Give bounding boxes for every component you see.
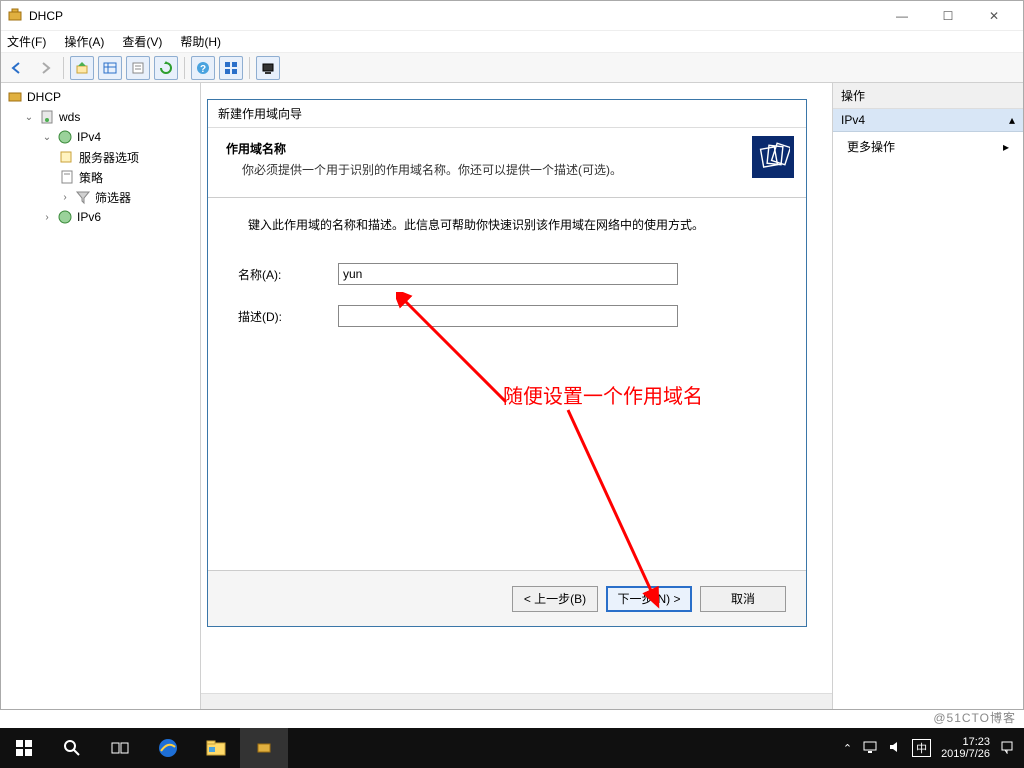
tree-ipv4-label: IPv4 [77, 130, 101, 144]
policies-icon [59, 169, 75, 185]
tree-server-options-label: 服务器选项 [79, 149, 139, 166]
search-button[interactable] [48, 728, 96, 768]
menubar: 文件(F) 操作(A) 查看(V) 帮助(H) [1, 31, 1023, 53]
view-list-button[interactable] [98, 56, 122, 80]
dialog-title: 新建作用域向导 [208, 100, 806, 128]
toolbar: ? [1, 53, 1023, 83]
dialog-header-sub: 你必须提供一个用于识别的作用域名称。你还可以提供一个描述(可选)。 [242, 161, 752, 178]
expand-icon[interactable]: › [59, 192, 71, 203]
tree-policies-label: 策略 [79, 169, 103, 186]
tree-server[interactable]: ⌄ wds [1, 107, 200, 127]
options-icon [59, 149, 75, 165]
network-icon[interactable] [862, 740, 878, 757]
dialog-header: 作用域名称 你必须提供一个用于识别的作用域名称。你还可以提供一个描述(可选)。 [208, 128, 806, 198]
tree-panel: DHCP ⌄ wds ⌄ IPv4 服务器选项 策略 › [1, 83, 201, 709]
tree-ipv6-label: IPv6 [77, 210, 101, 224]
main-body: DHCP ⌄ wds ⌄ IPv4 服务器选项 策略 › [1, 83, 1023, 709]
tree-filters[interactable]: › 筛选器 [1, 187, 200, 207]
filters-icon [75, 189, 91, 205]
minimize-button[interactable]: — [879, 2, 925, 30]
dhcp-app-icon [7, 8, 23, 24]
taskbar: ⌃ 中 17:23 2019/7/26 [0, 728, 1024, 768]
clock-time: 17:23 [941, 736, 990, 748]
ie-button[interactable] [144, 728, 192, 768]
toolbar-divider [184, 57, 185, 79]
tree-server-options[interactable]: 服务器选项 [1, 147, 200, 167]
refresh-button[interactable] [154, 56, 178, 80]
help-button[interactable]: ? [191, 56, 215, 80]
menu-view[interactable]: 查看(V) [120, 31, 164, 52]
tree-filters-label: 筛选器 [95, 189, 131, 206]
scope-desc-input[interactable] [338, 305, 678, 327]
next-button[interactable]: 下一步(N) > [606, 586, 692, 612]
dialog-footer: < 上一步(B) 下一步(N) > 取消 [208, 570, 806, 626]
mmc-window: DHCP — ☐ ✕ 文件(F) 操作(A) 查看(V) 帮助(H) ? DHC… [0, 0, 1024, 710]
tree-ipv4[interactable]: ⌄ IPv4 [1, 127, 200, 147]
collapse-icon[interactable]: ⌄ [41, 132, 53, 143]
tree-root[interactable]: DHCP [1, 87, 200, 107]
clock-date: 2019/7/26 [941, 748, 990, 760]
toolbar-divider [249, 57, 250, 79]
actions-section[interactable]: IPv4 ▴ [833, 109, 1023, 132]
start-button[interactable] [0, 728, 48, 768]
cancel-button[interactable]: 取消 [700, 586, 786, 612]
titlebar: DHCP — ☐ ✕ [1, 1, 1023, 31]
dialog-header-title: 作用域名称 [226, 140, 752, 157]
menu-help[interactable]: 帮助(H) [178, 31, 223, 52]
properties-button[interactable] [126, 56, 150, 80]
tile-button[interactable] [219, 56, 243, 80]
menu-action[interactable]: 操作(A) [62, 31, 106, 52]
name-label: 名称(A): [238, 266, 338, 283]
clock[interactable]: 17:23 2019/7/26 [941, 736, 990, 760]
ipv6-icon [57, 209, 73, 225]
ime-indicator[interactable]: 中 [912, 739, 931, 757]
server-button[interactable] [256, 56, 280, 80]
watermark: @51CTO博客 [933, 709, 1016, 726]
up-button[interactable] [70, 56, 94, 80]
tray-up-icon[interactable]: ⌃ [843, 742, 852, 755]
chevron-up-icon: ▴ [1009, 113, 1015, 127]
expand-icon[interactable]: › [41, 212, 53, 223]
toolbar-divider [63, 57, 64, 79]
wizard-banner-icon [752, 136, 794, 178]
system-tray: ⌃ 中 17:23 2019/7/26 [843, 736, 1024, 760]
tree-ipv6[interactable]: › IPv6 [1, 207, 200, 227]
actions-section-label: IPv4 [841, 113, 865, 127]
notifications-icon[interactable] [1000, 740, 1014, 757]
dhcp-taskbar-button[interactable] [240, 728, 288, 768]
maximize-button[interactable]: ☐ [925, 2, 971, 30]
explorer-button[interactable] [192, 728, 240, 768]
volume-icon[interactable] [888, 740, 902, 757]
svg-text:?: ? [200, 64, 206, 75]
annotation-text: 随便设置一个作用域名 [503, 380, 703, 409]
horizontal-scrollbar[interactable] [201, 693, 832, 709]
close-button[interactable]: ✕ [971, 2, 1017, 30]
actions-header: 操作 [833, 83, 1023, 109]
menu-file[interactable]: 文件(F) [5, 31, 48, 52]
desc-label: 描述(D): [238, 308, 338, 325]
window-title: DHCP [29, 9, 879, 23]
actions-pane: 操作 IPv4 ▴ 更多操作 ▸ [833, 83, 1023, 709]
tree-root-label: DHCP [27, 90, 61, 104]
new-scope-wizard: 新建作用域向导 作用域名称 你必须提供一个用于识别的作用域名称。你还可以提供一个… [207, 99, 807, 627]
dialog-body: 键入此作用域的名称和描述。此信息可帮助你快速识别该作用域在网络中的使用方式。 名… [208, 198, 806, 365]
dialog-hint: 键入此作用域的名称和描述。此信息可帮助你快速识别该作用域在网络中的使用方式。 [248, 216, 776, 233]
chevron-right-icon: ▸ [1003, 140, 1009, 154]
dhcp-icon [7, 89, 23, 105]
back-button[interactable]: < 上一步(B) [512, 586, 598, 612]
more-actions-label: 更多操作 [847, 138, 895, 155]
tree-server-label: wds [59, 110, 80, 124]
tree-policies[interactable]: 策略 [1, 167, 200, 187]
collapse-icon[interactable]: ⌄ [23, 112, 35, 123]
task-view-button[interactable] [96, 728, 144, 768]
server-icon [39, 109, 55, 125]
scope-name-input[interactable] [338, 263, 678, 285]
more-actions-item[interactable]: 更多操作 ▸ [833, 132, 1023, 161]
back-button[interactable] [5, 56, 29, 80]
content-panel: 新建作用域向导 作用域名称 你必须提供一个用于识别的作用域名称。你还可以提供一个… [201, 83, 833, 709]
forward-button[interactable] [33, 56, 57, 80]
ipv4-icon [57, 129, 73, 145]
